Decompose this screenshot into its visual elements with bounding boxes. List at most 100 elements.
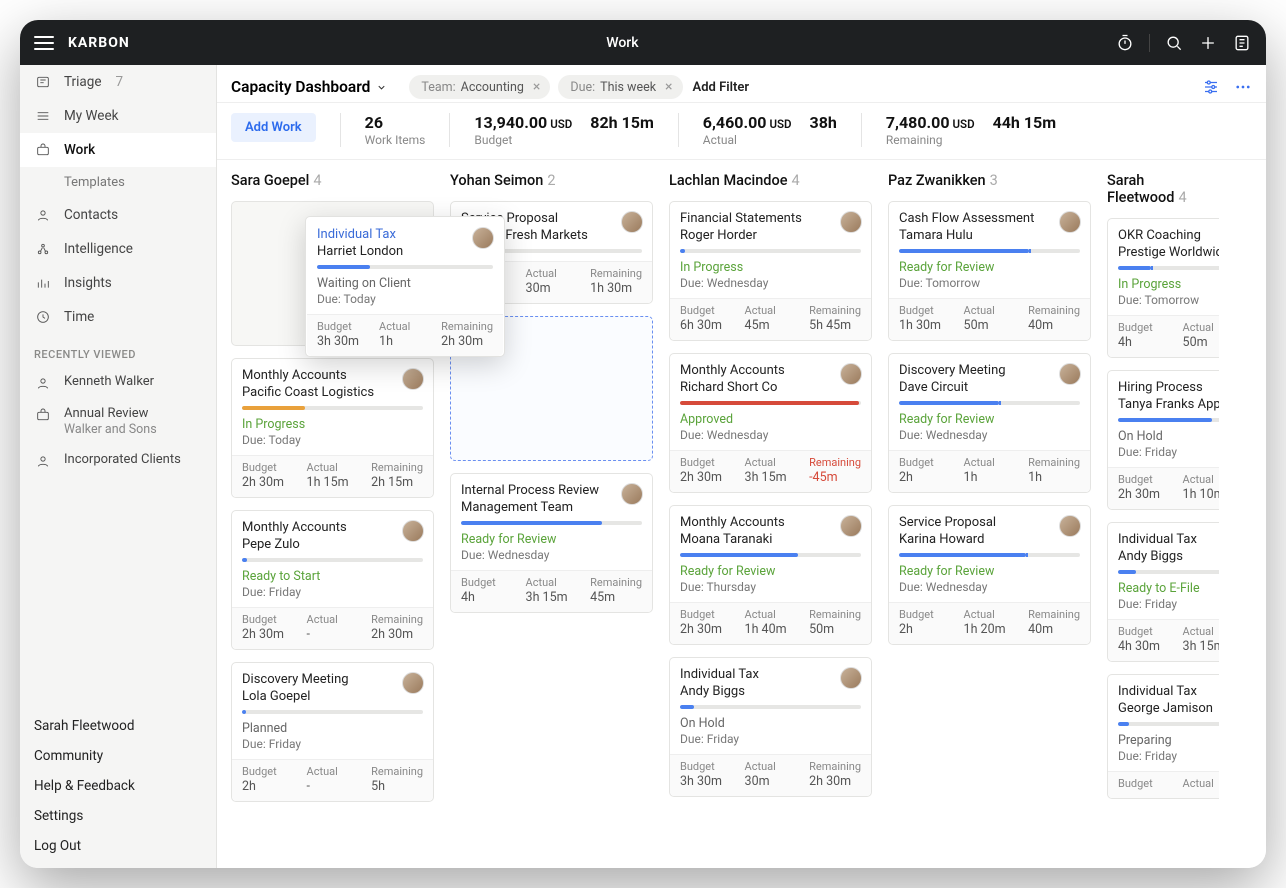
divider (1149, 34, 1150, 52)
avatar (621, 483, 643, 505)
footer-log-out[interactable]: Log Out (34, 838, 202, 854)
logo: KARBON (68, 35, 130, 51)
nav-intelligence[interactable]: Intelligence (20, 232, 216, 266)
panel-icon[interactable] (1232, 33, 1252, 53)
work-card[interactable]: Discovery MeetingDave CircuitReady for R… (888, 353, 1091, 493)
intelligence-icon (34, 240, 52, 258)
footer-sarah-fleetwood[interactable]: Sarah Fleetwood (34, 718, 202, 734)
triage-icon (34, 73, 52, 91)
stat-actual: 6,460.00USDActual (703, 113, 792, 147)
column-header: Paz Zwanikken3 (888, 170, 1091, 189)
column: Lachlan Macindoe4 Financial StatementsRog… (669, 170, 872, 858)
avatar (840, 515, 862, 537)
column: Paz Zwanikken3 Cash Flow AssessmentTamara… (888, 170, 1091, 858)
filter-chip[interactable]: Due:This week× (558, 75, 682, 99)
work-card[interactable]: Financial StatementsRoger HorderIn Progr… (669, 201, 872, 341)
avatar (472, 227, 494, 249)
nav-triage[interactable]: Triage7 (20, 65, 216, 99)
work-card[interactable]: Hiring ProcessTanya Franks ApparelOn Hol… (1107, 370, 1219, 510)
progress-bar (1118, 418, 1219, 422)
work-card[interactable]: Monthly AccountsPacific Coast LogisticsI… (231, 358, 434, 498)
recent-item[interactable]: Incorporated Clients (20, 445, 216, 477)
add-work-button[interactable]: Add Work (231, 113, 316, 142)
search-icon[interactable] (1164, 33, 1184, 53)
work-card[interactable]: OKR CoachingPrestige WorldwideIn Progres… (1107, 218, 1219, 358)
progress-bar (899, 249, 1080, 253)
work-card[interactable]: Monthly AccountsRichard Short CoApproved… (669, 353, 872, 493)
footer-settings[interactable]: Settings (34, 808, 202, 824)
close-icon[interactable]: × (665, 79, 672, 95)
recent-item[interactable]: Annual ReviewWalker and Sons (20, 399, 216, 445)
column-header: Sara Goepel4 (231, 170, 434, 189)
work-card[interactable]: Cash Flow AssessmentTamara HuluReady for… (888, 201, 1091, 341)
timer-icon[interactable] (1115, 33, 1135, 53)
filter-chip[interactable]: Team:Accounting× (409, 75, 550, 99)
nav-time[interactable]: Time (20, 300, 216, 334)
nav-contacts[interactable]: Contacts (20, 198, 216, 232)
recently-viewed-label: RECENTLY VIEWED (20, 334, 216, 367)
nav-templates[interactable]: Templates (20, 167, 216, 198)
progress-bar (680, 249, 861, 253)
work-card[interactable]: Monthly AccountsPepe ZuloReady to StartD… (231, 510, 434, 650)
close-icon[interactable]: × (533, 79, 540, 95)
settings-icon[interactable] (1202, 78, 1220, 96)
insights-icon (34, 274, 52, 292)
stat-remaining: 7,480.00USDRemaining (886, 113, 975, 147)
footer-help-feedback[interactable]: Help & Feedback (34, 778, 202, 794)
nav-insights[interactable]: Insights (20, 266, 216, 300)
nav-my-week[interactable]: My Week (20, 99, 216, 133)
main: Capacity Dashboard Team:Accounting× Due:T… (217, 65, 1266, 868)
add-filter-button[interactable]: Add Filter (693, 80, 750, 95)
work-icon (34, 406, 52, 424)
more-icon[interactable] (1234, 78, 1252, 96)
dragging-card[interactable]: Individual Tax Harriet London Waiting on… (305, 216, 505, 357)
page-title: Work (130, 35, 1115, 51)
column: Sarah Fleetwood4 OKR CoachingPrestige Wor… (1107, 170, 1219, 858)
progress-bar (242, 406, 423, 410)
avatar (402, 520, 424, 542)
column-header: Sarah Fleetwood4 (1107, 170, 1219, 206)
avatar (840, 363, 862, 385)
avatar (621, 211, 643, 233)
contacts-icon (34, 374, 52, 392)
work-card[interactable]: Individual TaxGeorge JamisonPreparingDue… (1107, 674, 1219, 799)
work-card[interactable]: Individual TaxAndy BiggsOn HoldDue: Frid… (669, 657, 872, 797)
column-header: Yohan Seimon2 (450, 170, 653, 189)
contacts-icon (34, 206, 52, 224)
nav-work[interactable]: Work (20, 133, 216, 167)
progress-bar (461, 521, 642, 525)
summary-bar: Add Work 26 Work Items 13,940.00USDBudge… (217, 103, 1266, 160)
avatar (402, 368, 424, 390)
menu-icon[interactable] (34, 36, 54, 50)
avatar (840, 211, 862, 233)
progress-bar (242, 558, 423, 562)
column-header: Lachlan Macindoe4 (669, 170, 872, 189)
chevron-down-icon (376, 82, 387, 93)
footer-community[interactable]: Community (34, 748, 202, 764)
progress-bar (680, 705, 861, 709)
stat-work-items: 26 Work Items (365, 113, 426, 147)
stat-budget: 13,940.00USDBudget (474, 113, 572, 147)
work-card[interactable]: Individual TaxAndy BiggsReady to E-FileD… (1107, 522, 1219, 662)
contacts-icon (34, 452, 52, 470)
dashboard-selector[interactable]: Capacity Dashboard (231, 78, 387, 96)
work-card[interactable]: Monthly AccountsMoana TaranakiReady for … (669, 505, 872, 645)
progress-bar (1118, 266, 1219, 270)
sidebar: Triage7My WeekWorkTemplatesContactsIntel… (20, 65, 217, 868)
main-header: Capacity Dashboard Team:Accounting× Due:T… (217, 65, 1266, 103)
progress-bar (242, 710, 423, 714)
board: Individual Tax Harriet London Waiting on… (217, 160, 1266, 868)
work-card[interactable]: Discovery MeetingLola GoepelPlannedDue: … (231, 662, 434, 802)
progress-bar (680, 401, 861, 405)
plus-icon[interactable] (1198, 33, 1218, 53)
work-card[interactable]: Service ProposalKarina HowardReady for R… (888, 505, 1091, 645)
work-card[interactable]: Internal Process ReviewManagement TeamRe… (450, 473, 653, 613)
avatar (1059, 363, 1081, 385)
myweek-icon (34, 107, 52, 125)
progress-bar (899, 401, 1080, 405)
progress-bar (680, 553, 861, 557)
recent-item[interactable]: Kenneth Walker (20, 367, 216, 399)
avatar (402, 672, 424, 694)
time-icon (34, 308, 52, 326)
topbar: KARBON Work (20, 20, 1266, 65)
